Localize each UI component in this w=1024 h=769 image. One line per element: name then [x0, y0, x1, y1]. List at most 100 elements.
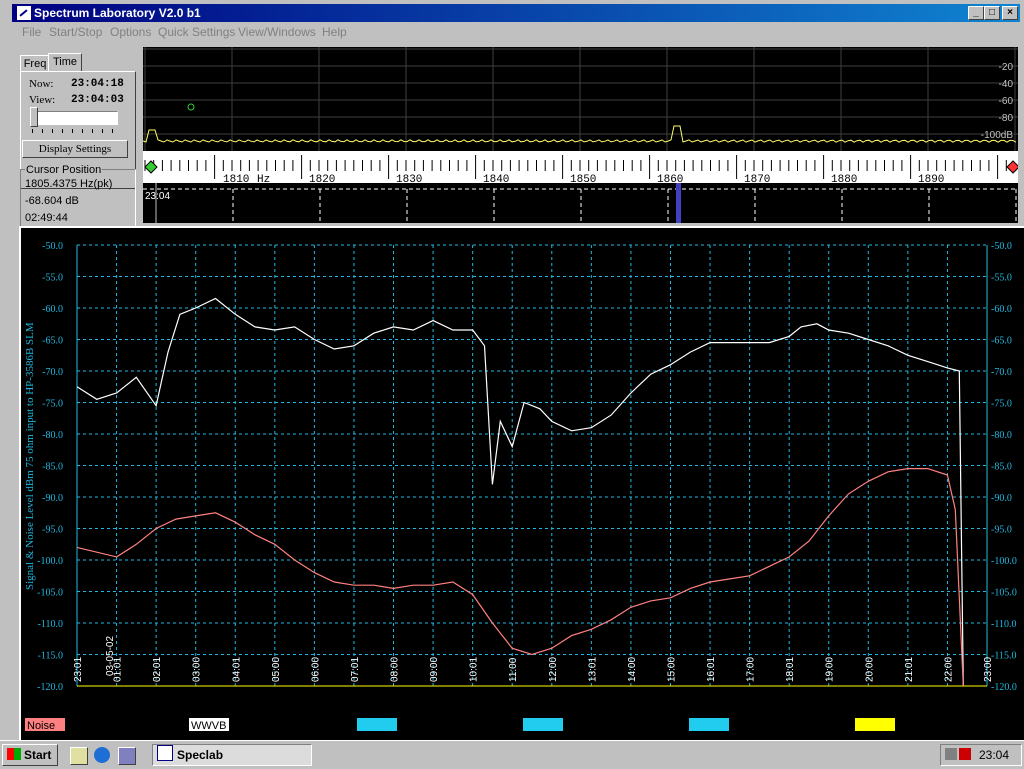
x-tick-label: 12:00 — [548, 657, 559, 682]
channels-icon[interactable] — [118, 747, 136, 765]
x-tick-label: 07:01 — [350, 657, 361, 682]
plot-window[interactable]: -50.0 -55.0 -60.0 -65.0 -70.0 -75.0 -80.0 -85.0… — [19, 226, 1024, 741]
date-label: 03-05-02 — [105, 636, 116, 676]
x-tick-label: 18:01 — [785, 657, 796, 682]
menu-file[interactable]: File — [22, 25, 41, 39]
waterfall-signal-band — [676, 183, 681, 223]
cursor-time: 02:49:44 — [25, 212, 68, 224]
now-value: 23:04:18 — [71, 78, 124, 90]
chart-legend: Noise WWVB — [25, 718, 895, 732]
display-settings-button[interactable]: Display Settings — [22, 140, 128, 158]
y-tick-label: -105.0 — [37, 588, 63, 599]
clock[interactable]: 23:04 — [979, 748, 1009, 762]
frequency-scale-svg: 1810 Hz 1820 1830 1840 1850 1860 1870 18… — [144, 155, 1020, 186]
x-tick-label: 19:00 — [825, 657, 836, 682]
spectrum-marker — [187, 103, 195, 111]
maximize-button[interactable]: □ — [984, 6, 1000, 20]
menu-view-windows[interactable]: View/Windows — [238, 25, 316, 39]
y-tick-label: -85.0 — [991, 462, 1012, 473]
legend-swatch — [855, 718, 895, 731]
freq-label: 1850 — [570, 174, 596, 183]
x-tick-label: 09:00 — [429, 657, 440, 682]
legend-label: WWVB — [191, 720, 226, 732]
freq-label: 1870 — [744, 174, 770, 183]
y-tick-label: -120.0 — [37, 682, 63, 693]
desktop-icon[interactable] — [70, 747, 88, 765]
spectrum-svg: -20 -40 -60 -80 -100dB — [142, 47, 1018, 151]
x-tick-label: 06:00 — [310, 657, 321, 682]
db-tick: -60 — [999, 96, 1014, 107]
x-tick-label: 17:00 — [746, 657, 757, 682]
cursor-frequency: 1805.4375 Hz(pk) — [25, 178, 113, 190]
chart-grid — [76, 244, 988, 687]
tab-freq[interactable]: Freq — [20, 55, 50, 72]
cursor-level: -68.604 dB — [25, 195, 79, 207]
y-tick-label: -95.0 — [991, 525, 1012, 536]
x-tick-label: 13:01 — [587, 657, 598, 682]
x-tick-label: 20:00 — [864, 657, 875, 682]
y-tick-label: -70.0 — [42, 367, 63, 378]
waterfall-svg: 23:04 — [143, 183, 1018, 223]
speclab-task-button[interactable]: Speclab — [152, 744, 312, 766]
spectrum-display[interactable]: -20 -40 -60 -80 -100dB — [142, 47, 1018, 151]
freq-label: 1880 — [831, 174, 857, 183]
tab-time[interactable]: Time — [48, 53, 82, 72]
menu-help[interactable]: Help — [322, 25, 347, 39]
now-label: Now: — [29, 78, 54, 90]
menu-options[interactable]: Options — [110, 25, 151, 39]
x-tick-label: 02:01 — [152, 657, 163, 682]
y-tick-label: -80.0 — [991, 430, 1012, 441]
time-slider-thumb[interactable] — [30, 107, 38, 127]
y-ticks-left: -50.0 -55.0 -60.0 -65.0 -70.0 -75.0 -80.0 -85.0… — [37, 241, 63, 693]
x-tick-label: 03:00 — [192, 657, 203, 682]
freq-unit: Hz — [257, 174, 270, 183]
taskbar: Start Speclab 23:04 — [0, 740, 1024, 769]
slider-ticks — [32, 129, 116, 133]
freq-label: 1890 — [918, 174, 944, 183]
y-tick-label: -100.0 — [37, 556, 63, 567]
x-tick-label: 10:01 — [469, 657, 480, 682]
y-tick-label: -85.0 — [42, 462, 63, 473]
tray-icon[interactable] — [945, 748, 957, 760]
x-tick-label: 23:00 — [983, 657, 994, 682]
browser-icon[interactable] — [94, 747, 110, 763]
x-tick-label: 14:00 — [627, 657, 638, 682]
y-tick-label: -50.0 — [42, 241, 63, 252]
y-tick-label: -90.0 — [991, 493, 1012, 504]
legend-swatch — [357, 718, 397, 731]
x-tick-label: 16:01 — [706, 657, 717, 682]
y-tick-label: -80.0 — [42, 430, 63, 441]
waterfall-marker — [155, 183, 157, 223]
series-line-wwvb — [76, 297, 964, 687]
menu-bar: File Start/Stop Options Quick Settings V… — [12, 22, 1020, 42]
frequency-scale[interactable]: 1810 Hz 1820 1830 1840 1850 1860 1870 18… — [143, 151, 1020, 186]
windows-logo-icon — [7, 748, 21, 760]
x-tick-label: 23:01 — [73, 657, 84, 682]
y-ticks-right: -50.0 -55.0 -60.0 -65.0 -70.0 -75.0 -80.0 -85.0… — [991, 241, 1017, 693]
start-button[interactable]: Start — [2, 744, 58, 766]
time-slider-track[interactable] — [32, 111, 118, 125]
y-tick-label: -115.0 — [38, 651, 63, 662]
waterfall-display[interactable]: 23:04 — [143, 183, 1018, 223]
menu-start-stop[interactable]: Start/Stop — [49, 25, 102, 39]
legend-swatch — [523, 718, 563, 731]
waterfall-gridlines — [232, 189, 1017, 223]
x-tick-label: 11:00 — [508, 657, 519, 682]
spectrum-grid — [143, 47, 1018, 151]
view-label: View: — [29, 94, 56, 106]
y-tick-label: -65.0 — [991, 336, 1012, 347]
y-tick-label: -105.0 — [991, 588, 1017, 599]
legend-swatch — [689, 718, 729, 731]
menu-quick-settings[interactable]: Quick Settings — [158, 25, 235, 39]
chart-series — [76, 297, 964, 687]
db-tick: -40 — [999, 79, 1014, 90]
y-tick-label: -75.0 — [991, 399, 1012, 410]
right-marker-icon[interactable] — [1006, 160, 1020, 174]
left-marker-icon[interactable] — [144, 160, 158, 174]
close-button[interactable]: × — [1002, 6, 1018, 20]
y-tick-label: -55.0 — [991, 273, 1012, 284]
minimize-button[interactable]: _ — [968, 6, 984, 20]
x-tick-label: 05:00 — [271, 657, 282, 682]
db-tick: -100dB — [981, 130, 1014, 141]
volume-icon[interactable] — [959, 748, 971, 760]
